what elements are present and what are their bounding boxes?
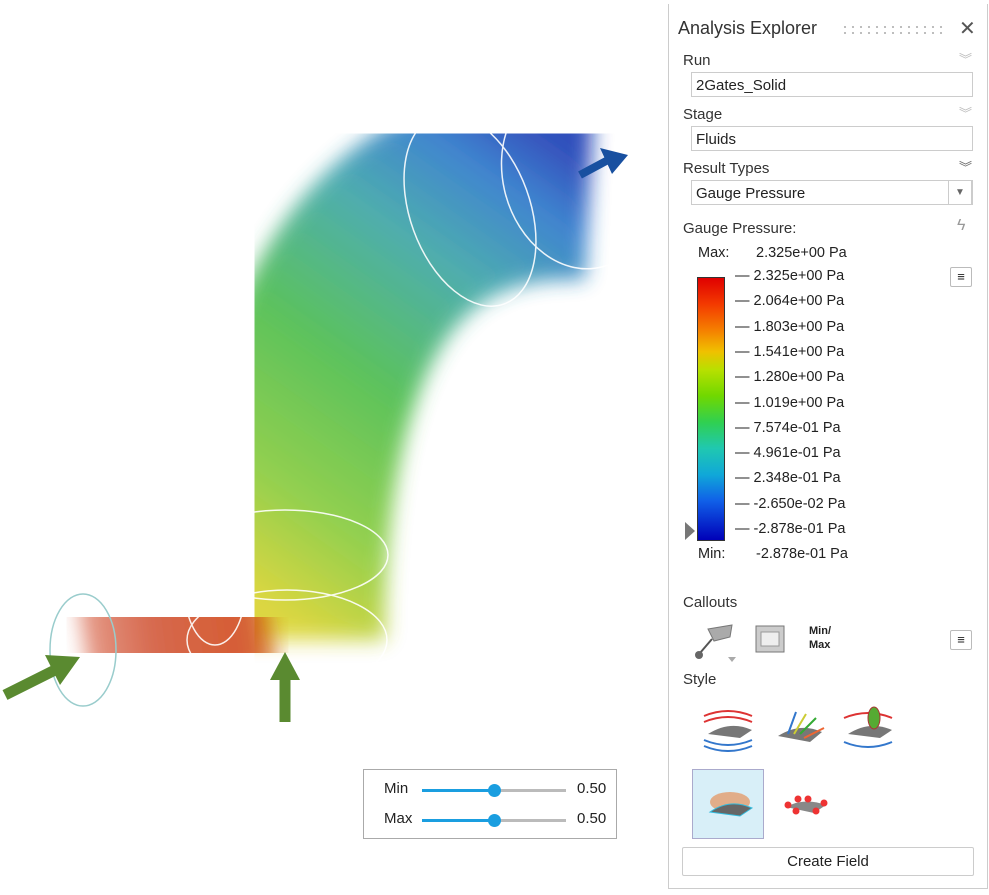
legend-title: Gauge Pressure: (683, 220, 797, 237)
3d-viewport[interactable] (0, 0, 660, 890)
isovolume-slider-panel: Min 0.50 Max 0.50 (363, 769, 617, 839)
legend-tick-label: — 2.348e-01 Pa (735, 470, 841, 487)
legend-tick-label: — 2.325e+00 Pa (735, 268, 845, 284)
collapse-chevron-icon[interactable]: ︾ (959, 161, 972, 174)
style-streamlines-button[interactable] (693, 694, 763, 762)
min-slider-value: 0.50 (577, 780, 607, 797)
legend-min-value: -2.878e-01 Pa (756, 546, 848, 562)
result-type-value: Gauge Pressure (696, 185, 806, 202)
max-slider[interactable]: Max 0.50 (364, 808, 616, 832)
legend-max-value: 2.325e+00 Pa (756, 245, 847, 261)
stage-field[interactable]: Fluids (691, 126, 973, 151)
legend-tick-label: — 1.280e+00 Pa (735, 369, 845, 386)
stage-label: Stage (683, 106, 723, 123)
analysis-explorer-panel: Analysis Explorer ✕ Run ︾ 2Gates_Solid S… (668, 4, 988, 889)
legend-min-label: Min: (698, 546, 726, 562)
create-field-button[interactable]: Create Field (682, 847, 974, 876)
streamlines-style-icon (703, 710, 753, 752)
style-isovolume-button[interactable] (692, 769, 764, 839)
min-slider-fill (422, 789, 494, 792)
run-label: Run (683, 52, 711, 69)
style-points-button[interactable] (771, 769, 841, 837)
min-slider[interactable]: Min 0.50 (364, 778, 616, 802)
min-slider-label: Min (384, 780, 409, 797)
callouts-menu-icon[interactable]: ≡ (950, 630, 972, 650)
min-slider-handle[interactable] (488, 784, 501, 797)
legend-tick-label: — 2.064e+00 Pa (735, 293, 845, 310)
legend-tick-label: — -2.650e-02 Pa (735, 495, 846, 512)
chevron-down-icon[interactable]: ▼ (948, 180, 972, 205)
legend-tick-label: — 4.961e-01 Pa (735, 445, 841, 462)
result-type-dropdown[interactable]: Gauge Pressure ▼ (691, 180, 973, 205)
drag-handle[interactable] (841, 24, 945, 36)
color-legend-bar (697, 277, 725, 541)
probe-callout-icon (695, 624, 736, 662)
vectors-style-icon (778, 711, 825, 742)
minmax-callout-button[interactable]: Min/ Max (809, 624, 831, 652)
close-icon[interactable]: ✕ (959, 16, 976, 41)
legend-max-label: Max: (698, 245, 730, 261)
legend-tick-label: — 1.803e+00 Pa (735, 318, 845, 335)
legend-menu-icon[interactable]: ≡ (950, 267, 972, 287)
legend-tick-label: — 1.541e+00 Pa (735, 343, 845, 360)
style-label: Style (683, 671, 717, 688)
max-slider-label: Max (384, 810, 413, 827)
legend-tick-label: — 1.019e+00 Pa (735, 394, 845, 411)
legend-min-marker-icon[interactable] (685, 522, 695, 540)
style-plane-button[interactable] (833, 694, 903, 762)
max-slider-value: 0.50 (577, 810, 607, 827)
max-slider-handle[interactable] (488, 814, 501, 827)
collapse-chevron-icon[interactable]: ︾ (959, 107, 972, 120)
style-vectors-button[interactable] (763, 694, 833, 762)
max-slider-track[interactable] (422, 814, 566, 827)
lightning-icon[interactable]: ϟ (957, 217, 965, 235)
min-slider-track[interactable] (422, 784, 566, 797)
result-types-label: Result Types (683, 160, 770, 177)
points-style-icon (784, 795, 828, 815)
collapse-chevron-icon[interactable]: ︾ (959, 53, 972, 66)
run-field[interactable]: 2Gates_Solid (691, 72, 973, 97)
pipe-elbow-model (2, 79, 656, 722)
plane-style-icon (843, 706, 893, 748)
note-callout-button[interactable] (749, 616, 789, 662)
legend-tick-label: — -2.878e-01 Pa (735, 521, 846, 537)
inlet-arrow-icon (2, 655, 80, 700)
max-slider-fill (422, 819, 494, 822)
note-callout-icon (755, 625, 785, 653)
legend-tick-label: — 7.574e-01 Pa (735, 419, 841, 436)
panel-title: Analysis Explorer (678, 18, 818, 38)
probe-callout-button[interactable] (683, 614, 743, 664)
callouts-label: Callouts (683, 594, 738, 611)
isovolume-style-icon (708, 792, 754, 817)
